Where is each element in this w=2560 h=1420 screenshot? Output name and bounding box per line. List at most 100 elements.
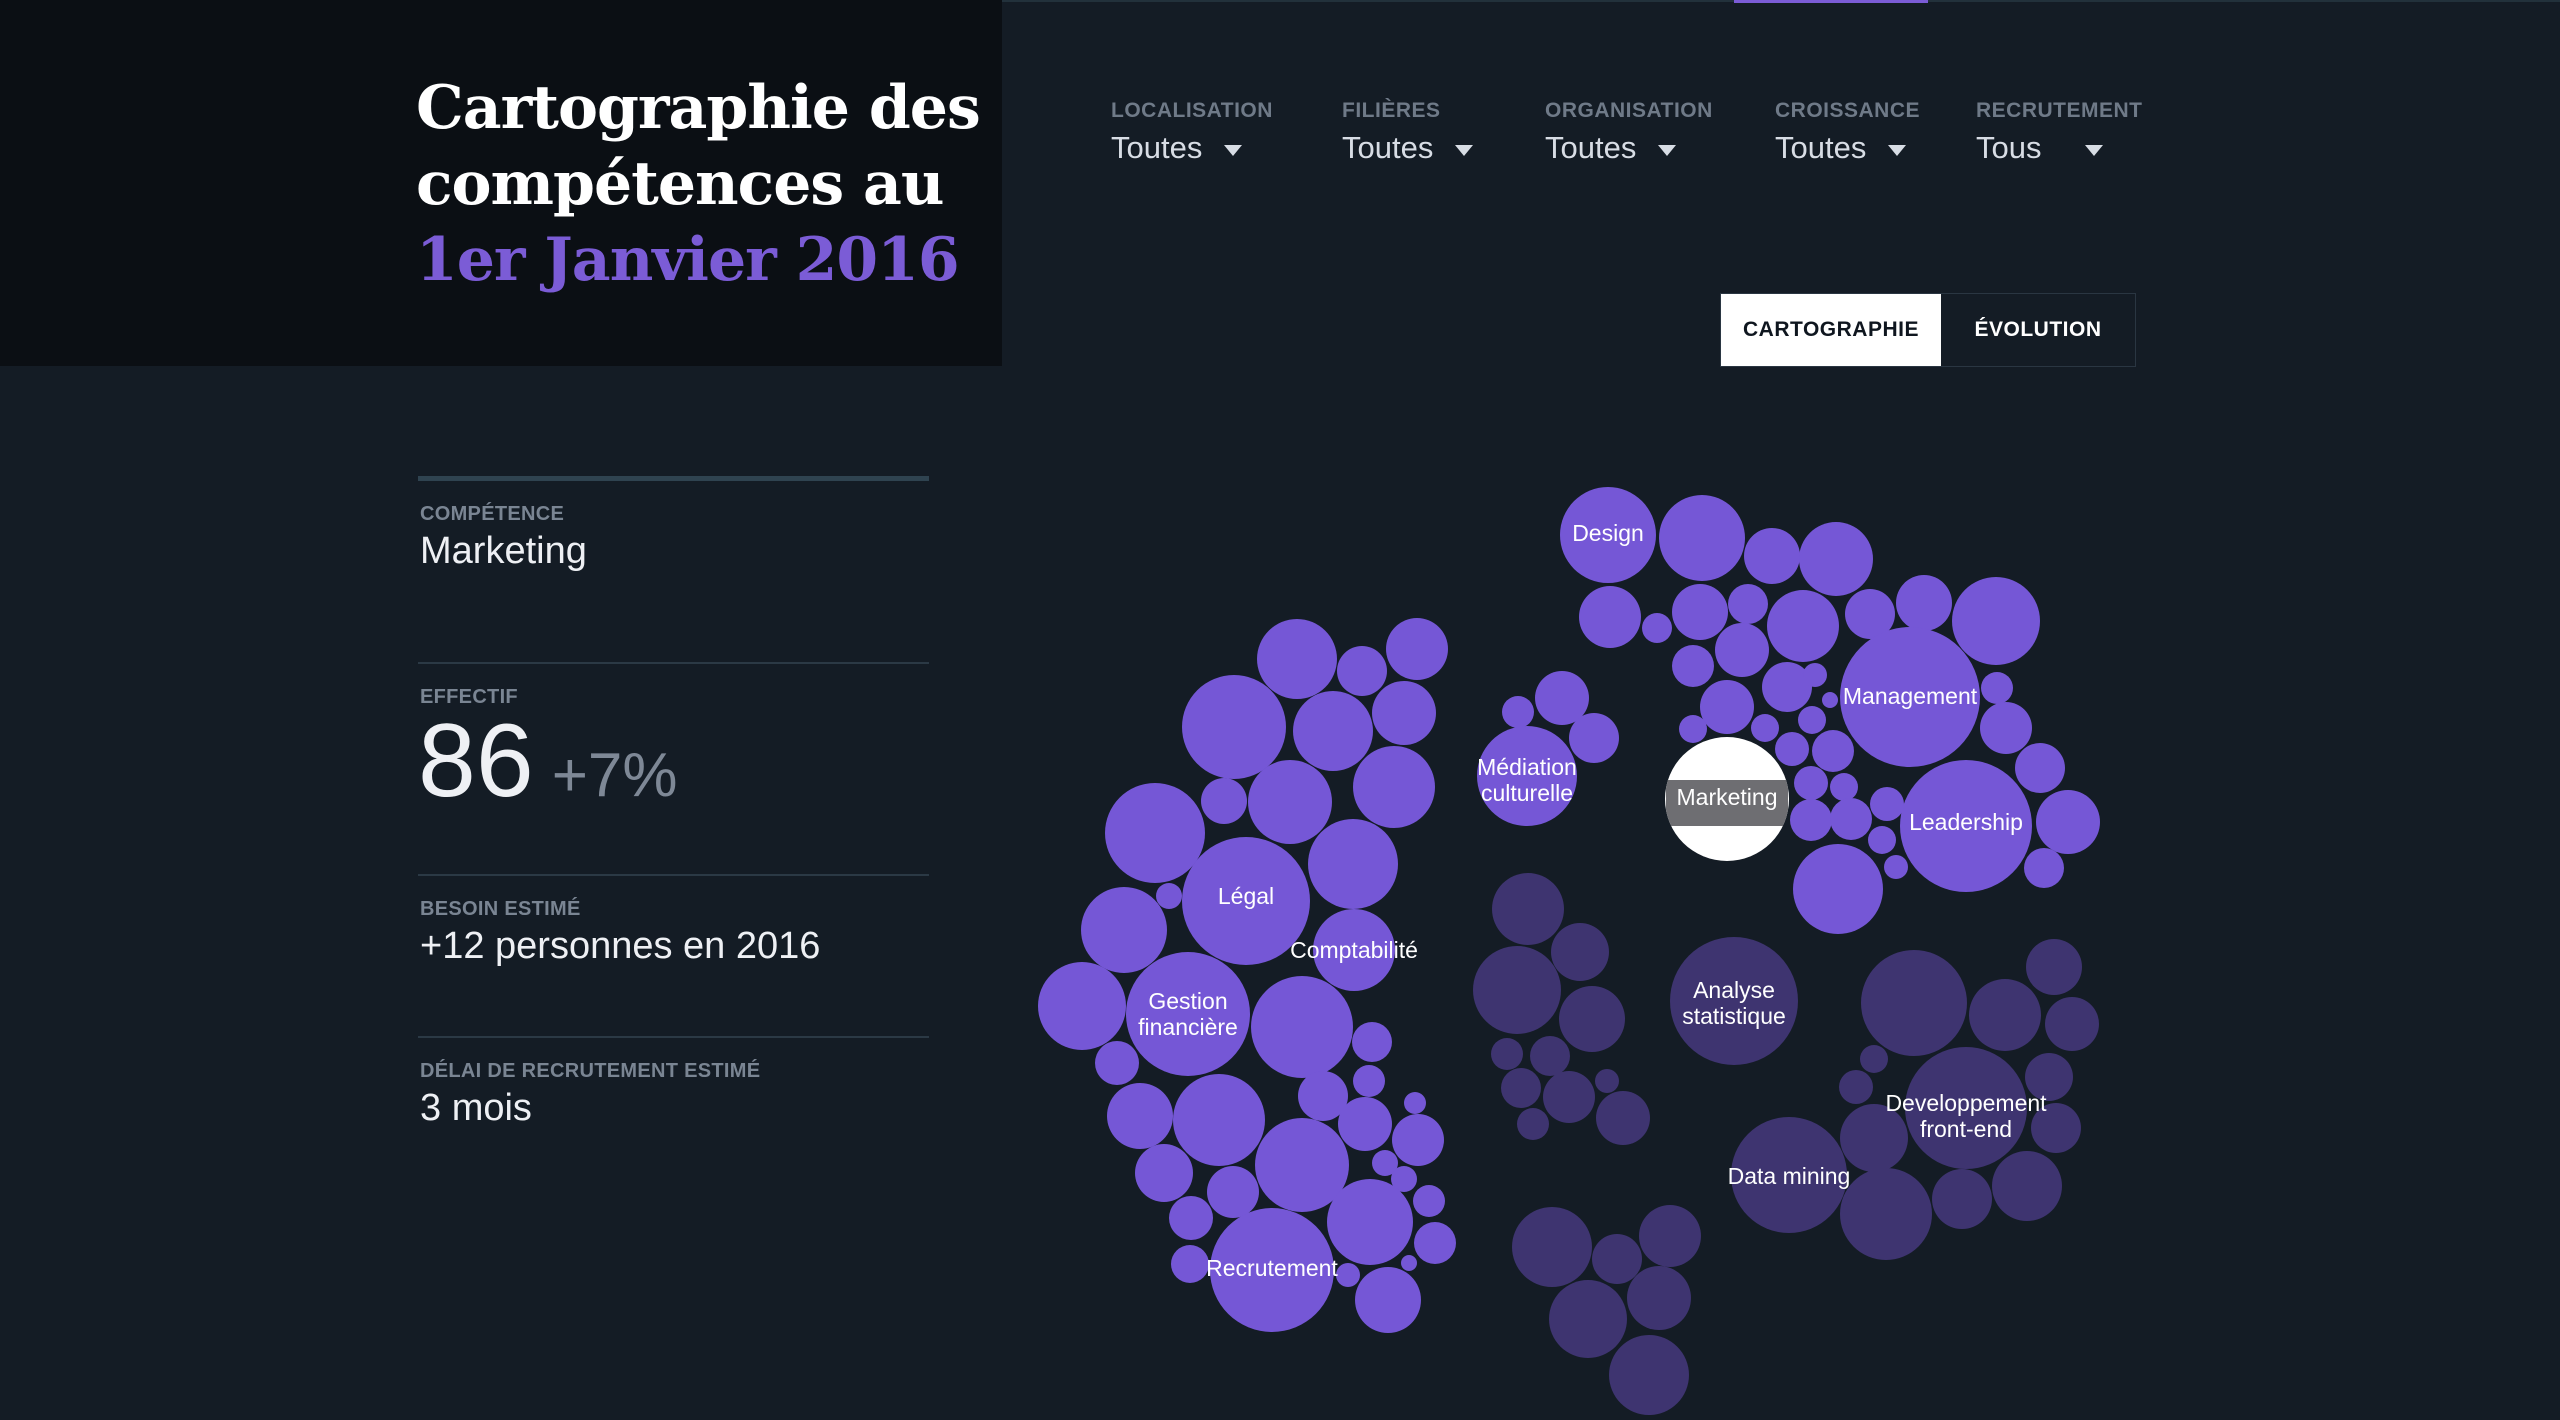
competence-bubble[interactable]	[1870, 787, 1904, 821]
competence-bubble[interactable]	[1896, 575, 1952, 631]
competence-bubble[interactable]	[1700, 680, 1754, 734]
competence-bubble[interactable]	[1171, 1245, 1209, 1283]
competence-bubble[interactable]	[1105, 783, 1205, 883]
competence-bubble[interactable]	[1639, 1205, 1701, 1267]
competence-bubble[interactable]	[1081, 887, 1167, 973]
competence-bubble[interactable]	[1404, 1092, 1426, 1114]
competence-bubble[interactable]	[1627, 1266, 1691, 1330]
competence-bubble[interactable]	[1293, 691, 1373, 771]
competence-bubble[interactable]	[1414, 1222, 1456, 1264]
competence-bubble[interactable]	[1327, 1179, 1413, 1265]
competence-bubble[interactable]	[1355, 1267, 1421, 1333]
competence-bubble[interactable]	[1790, 799, 1832, 841]
competence-bubble[interactable]	[1337, 646, 1387, 696]
competence-bubble[interactable]	[2045, 997, 2099, 1051]
bubble-label-comptabilite: Comptabilité	[1290, 937, 1418, 963]
competence-bubble[interactable]	[1517, 1108, 1549, 1140]
competence-bubble[interactable]	[2024, 848, 2064, 888]
competence-bubble[interactable]	[1257, 619, 1337, 699]
competence-bubble[interactable]	[1839, 1070, 1873, 1104]
competence-bubble[interactable]	[1596, 1091, 1650, 1145]
competence-bubble[interactable]	[1530, 1036, 1570, 1076]
competence-bubble[interactable]	[1512, 1207, 1592, 1287]
competence-bubble[interactable]	[1251, 976, 1353, 1078]
bubble-label-gestion-1: Gestion	[1148, 988, 1227, 1014]
competence-bubble[interactable]	[1559, 986, 1625, 1052]
competence-bubble[interactable]	[1248, 760, 1332, 844]
bubble-label-analyse-1: Analyse	[1693, 977, 1775, 1003]
competence-bubble[interactable]	[1095, 1041, 1139, 1085]
competence-bubble[interactable]	[1609, 1335, 1689, 1415]
competence-bubble[interactable]	[1549, 1280, 1627, 1358]
competence-bubble[interactable]	[1679, 715, 1707, 743]
competence-bubble[interactable]	[1751, 714, 1779, 742]
competence-bubble[interactable]	[1169, 1196, 1213, 1240]
competence-bubble[interactable]	[1353, 1065, 1385, 1097]
competence-bubble[interactable]	[1201, 778, 1247, 824]
competence-bubble[interactable]	[2015, 743, 2065, 793]
competence-bubble[interactable]	[1107, 1083, 1173, 1149]
competence-bubble[interactable]	[1386, 618, 1448, 680]
competence-bubble[interactable]	[1799, 522, 1873, 596]
competence-bubble[interactable]	[1980, 702, 2032, 754]
competence-bubble[interactable]	[1830, 773, 1858, 801]
competence-bubble[interactable]	[1798, 706, 1826, 734]
competence-bubble[interactable]	[1672, 584, 1728, 640]
competence-bubble[interactable]	[1884, 855, 1908, 879]
competence-bubble[interactable]	[1767, 590, 1839, 662]
competence-bubble[interactable]	[1642, 613, 1672, 643]
competence-bubble[interactable]	[1659, 495, 1745, 581]
competence-bubble[interactable]	[1830, 798, 1872, 840]
competence-bubble[interactable]	[1969, 979, 2041, 1051]
competence-bubble[interactable]	[1401, 1255, 1417, 1271]
bubble-label-developpement-2: front-end	[1920, 1116, 2012, 1142]
competence-bubble[interactable]	[1794, 766, 1828, 800]
competence-bubble[interactable]	[1492, 873, 1564, 945]
competence-bubble[interactable]	[1744, 528, 1800, 584]
competence-bubble[interactable]	[1336, 1263, 1360, 1287]
competence-bubble[interactable]	[1860, 1045, 1888, 1073]
competence-bubble[interactable]	[1868, 826, 1896, 854]
bubble-label-leadership: Leadership	[1909, 809, 2023, 835]
competence-bubble[interactable]	[1932, 1169, 1992, 1229]
competence-bubble[interactable]	[1338, 1097, 1392, 1151]
competence-bubble[interactable]	[1728, 584, 1768, 624]
competence-bubble[interactable]	[2026, 939, 2082, 995]
competence-bubble[interactable]	[1473, 946, 1561, 1034]
competence-bubble[interactable]	[1135, 1144, 1193, 1202]
competence-bubble[interactable]	[1672, 645, 1714, 687]
competence-bubble[interactable]	[1861, 950, 1967, 1056]
competence-bubble[interactable]	[1156, 883, 1182, 909]
competence-bubble[interactable]	[1812, 730, 1854, 772]
competence-bubble[interactable]	[1992, 1151, 2062, 1221]
competence-bubble[interactable]	[1392, 1114, 1444, 1166]
competence-bubble[interactable]	[1803, 663, 1827, 687]
competence-bubble[interactable]	[1793, 844, 1883, 934]
competence-bubble[interactable]	[1413, 1185, 1445, 1217]
competence-bubble[interactable]	[1981, 672, 2013, 704]
bubble-label-mediation-1: Médiation	[1477, 754, 1577, 780]
competence-bubble[interactable]	[1579, 586, 1641, 648]
bubble-label-marketing: Marketing	[1677, 784, 1778, 810]
competence-bubble[interactable]	[1952, 577, 2040, 665]
competence-bubble[interactable]	[1502, 696, 1534, 728]
competence-bubble[interactable]	[1372, 681, 1436, 745]
competence-bubble[interactable]	[1207, 1166, 1259, 1218]
competence-bubble[interactable]	[1592, 1234, 1642, 1284]
competence-bubble[interactable]	[1352, 1022, 1392, 1062]
competence-bubble[interactable]	[1551, 923, 1609, 981]
competence-bubble[interactable]	[1775, 732, 1809, 766]
competence-bubble[interactable]	[1308, 819, 1398, 909]
competence-bubble[interactable]	[1038, 962, 1126, 1050]
competence-bubble[interactable]	[2036, 790, 2100, 854]
competence-bubble[interactable]	[1595, 1069, 1619, 1093]
competence-bubble[interactable]	[1173, 1074, 1265, 1166]
competence-bubble[interactable]	[1491, 1038, 1523, 1070]
competence-bubble[interactable]	[1501, 1068, 1541, 1108]
competence-bubble[interactable]	[1715, 623, 1769, 677]
competence-bubble[interactable]	[1353, 746, 1435, 828]
competence-bubble[interactable]	[1543, 1071, 1595, 1123]
competence-bubble[interactable]	[1840, 1168, 1932, 1260]
competence-bubble[interactable]	[1182, 675, 1286, 779]
competence-bubble[interactable]	[1822, 692, 1838, 708]
